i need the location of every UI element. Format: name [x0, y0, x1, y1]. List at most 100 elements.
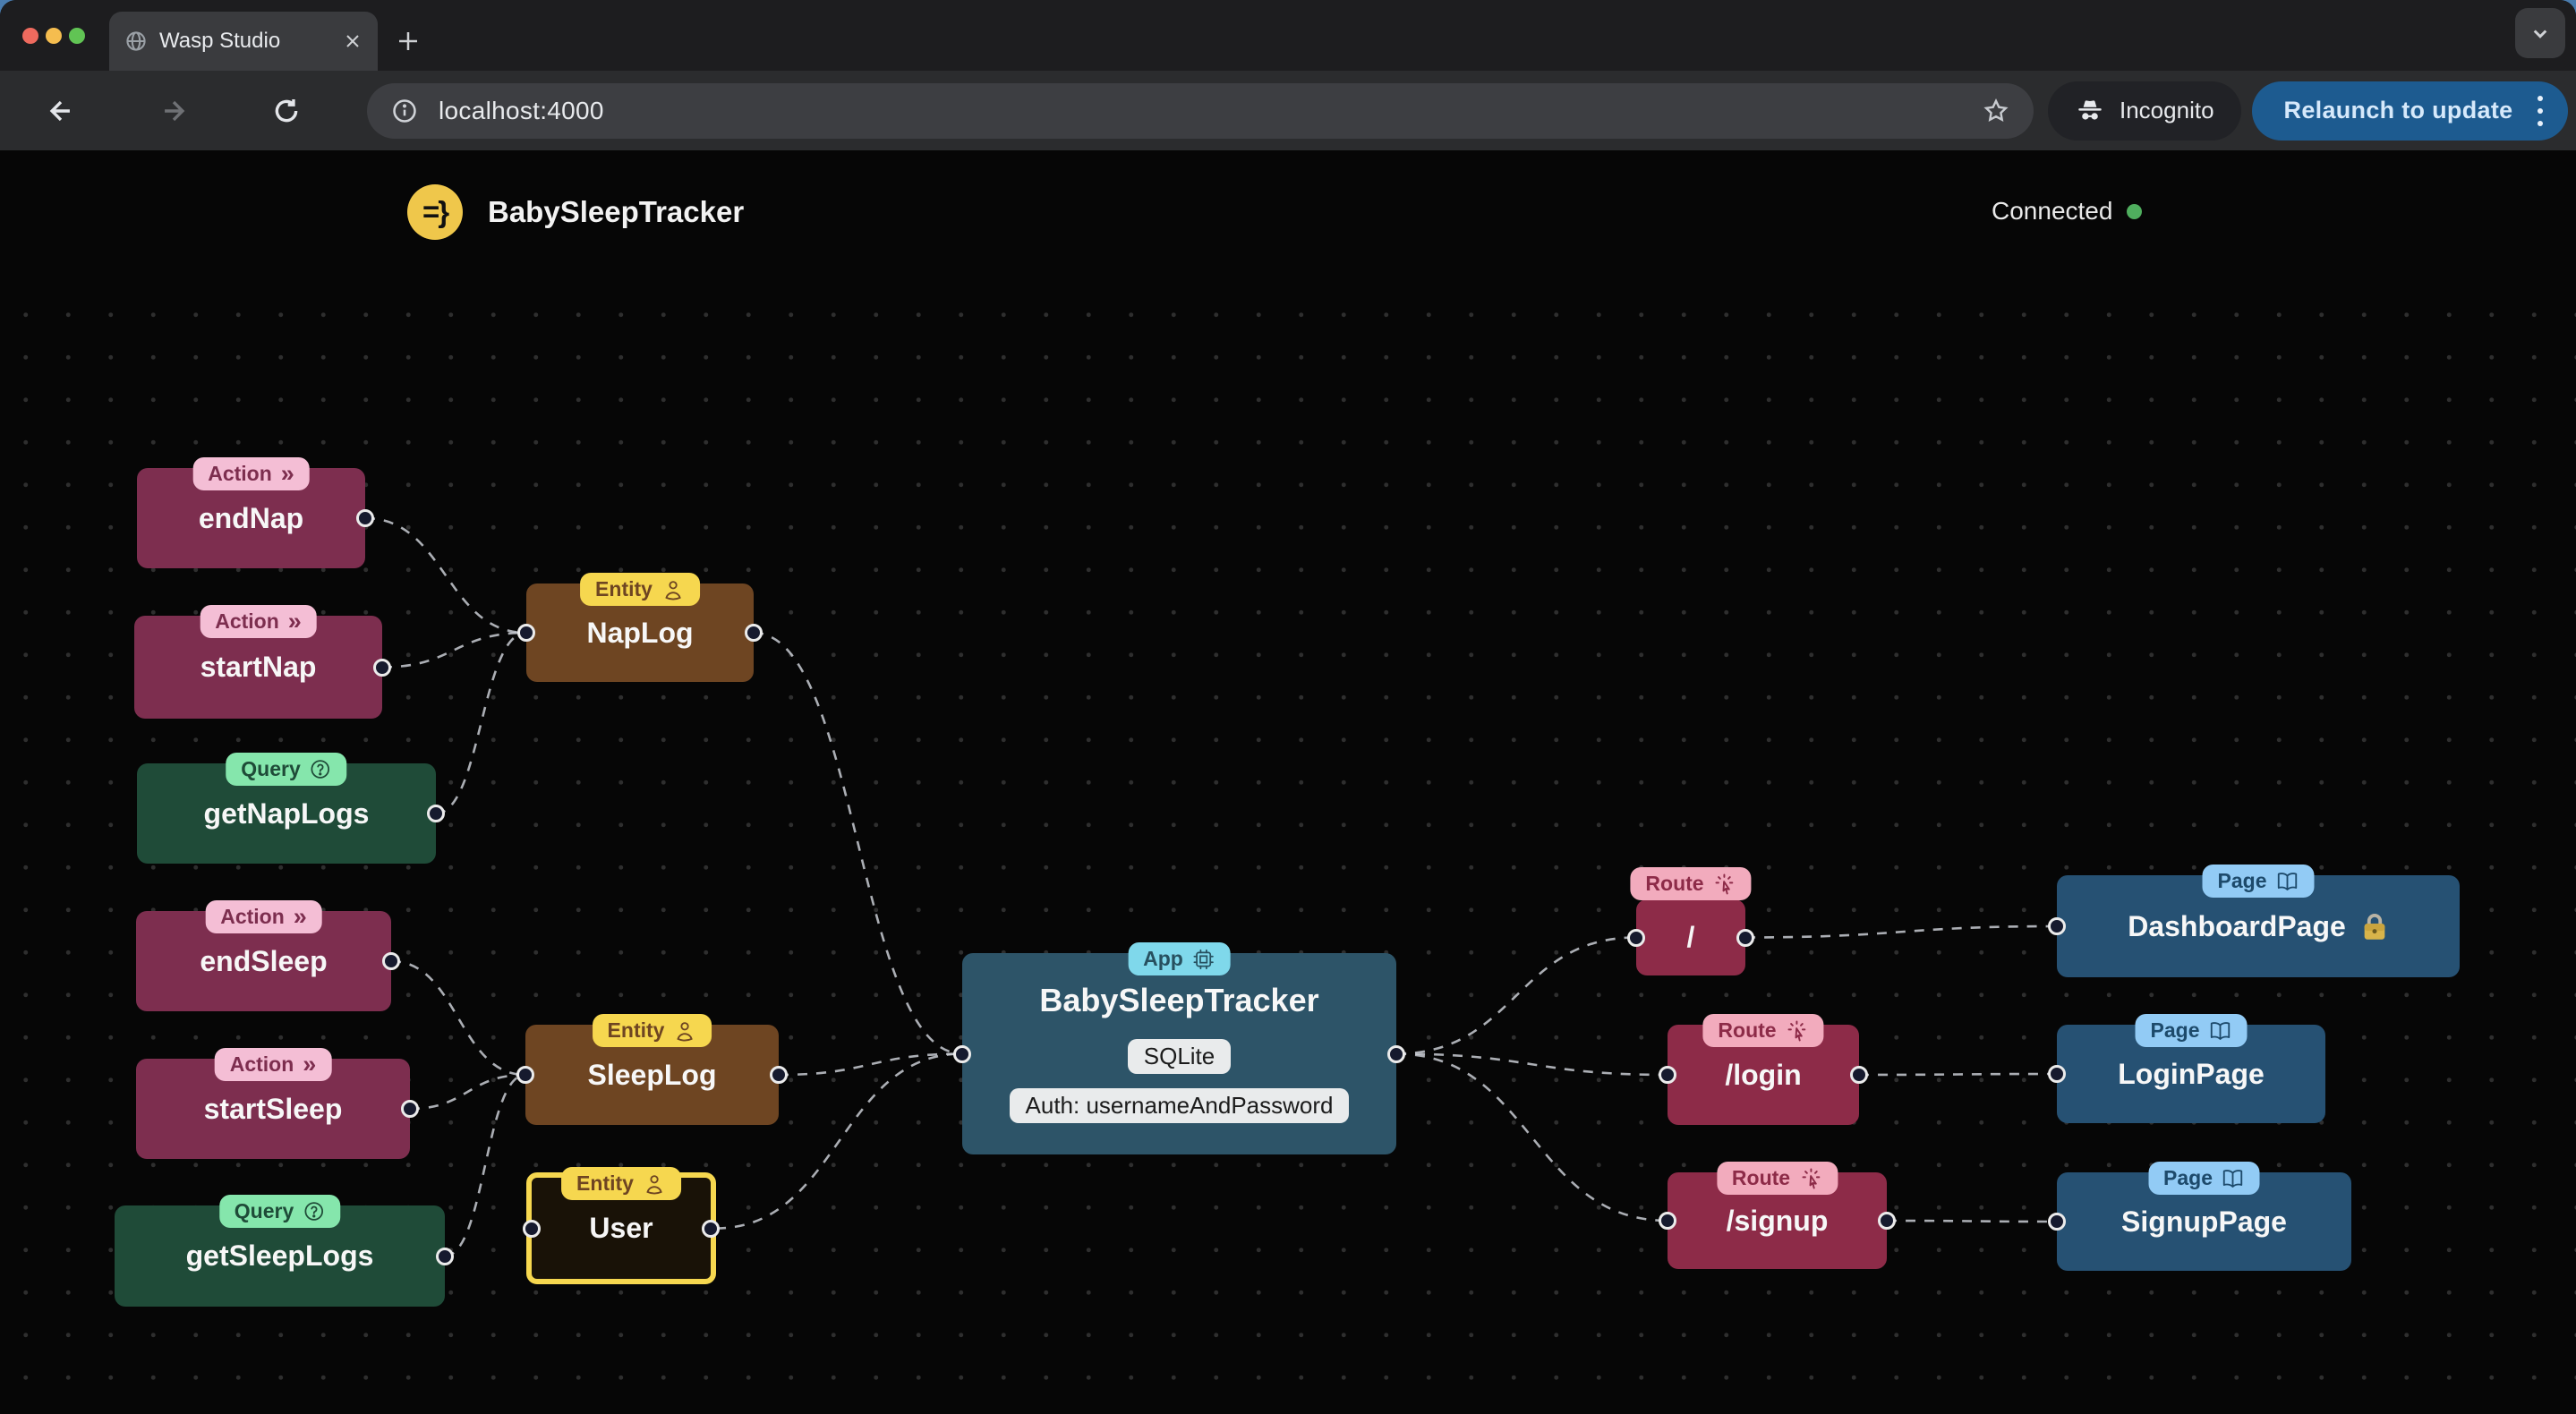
cursor-click-icon	[1713, 873, 1736, 896]
book-open-icon	[2222, 1167, 2245, 1190]
right-handle-getNapLogs[interactable]	[427, 805, 445, 822]
node-label: /	[1686, 921, 1695, 953]
browser-menu-icon[interactable]	[2532, 90, 2548, 132]
entity-badge: Entity	[561, 1167, 681, 1200]
right-handle-route-signup[interactable]	[1878, 1212, 1896, 1230]
relaunch-label: Relaunch to update	[2283, 97, 2513, 124]
badge-label: App	[1143, 947, 1183, 970]
wasp-logo: =}	[407, 184, 463, 240]
node-label: getSleepLogs	[185, 1239, 374, 1272]
right-handle-endNap[interactable]	[356, 509, 374, 527]
badge-label: Action	[229, 1052, 294, 1076]
route-node-route-root[interactable]: Route /	[1627, 867, 1754, 975]
chevrons-right-icon: »	[280, 460, 294, 487]
globe-favicon-icon	[124, 29, 149, 54]
relaunch-to-update-button[interactable]: Relaunch to update	[2251, 81, 2569, 141]
route-badge: Route	[1702, 1014, 1824, 1047]
action-node-endSleep[interactable]: Action » endSleep	[136, 900, 400, 1011]
incognito-label: Incognito	[2120, 97, 2214, 124]
badge-label: Action	[215, 609, 279, 633]
app-badge: App	[1128, 942, 1231, 975]
action-node-startSleep[interactable]: Action » startSleep	[136, 1048, 419, 1159]
left-handle-User[interactable]	[523, 1219, 541, 1238]
connection-status: Connected	[1992, 197, 2143, 226]
chevrons-right-icon: »	[293, 903, 307, 930]
url-text: localhost:4000	[439, 96, 604, 124]
right-handle-App[interactable]	[1387, 1044, 1405, 1063]
left-handle-App[interactable]	[953, 1044, 971, 1063]
page-node-LoginPage[interactable]: Page LoginPage	[2048, 1014, 2325, 1123]
wasp-studio-canvas[interactable]: =} BabySleepTracker Connected Action » end…	[0, 150, 2576, 1414]
action-badge: Action »	[214, 1048, 332, 1081]
entity-node-SleepLog[interactable]: Entity SleepLog	[516, 1014, 788, 1125]
window-close-button[interactable]	[22, 28, 38, 44]
left-handle-route-root[interactable]	[1627, 928, 1645, 947]
route-node-route-login[interactable]: Route/login	[1659, 1014, 1868, 1125]
right-handle-getSleepLogs[interactable]	[436, 1247, 454, 1265]
left-handle-DashboardPage[interactable]	[2048, 917, 2066, 935]
node-label: endSleep	[200, 944, 328, 977]
route-node-route-signup[interactable]: Route/signup	[1659, 1162, 1896, 1269]
site-info-icon[interactable]	[390, 97, 419, 125]
person-icon	[661, 578, 685, 601]
chevrons-right-icon: »	[303, 1051, 317, 1078]
address-bar[interactable]: localhost:4000	[367, 82, 2034, 139]
browser-tab[interactable]: Wasp Studio	[109, 12, 378, 71]
entity-node-User[interactable]: Entity User	[523, 1167, 720, 1284]
tab-close-icon[interactable]	[342, 30, 363, 52]
chevrons-right-icon: »	[287, 608, 302, 635]
left-handle-NapLog[interactable]	[517, 624, 535, 642]
action-badge: Action »	[192, 457, 310, 490]
left-handle-route-signup[interactable]	[1659, 1212, 1676, 1230]
node-label: endNap	[198, 501, 304, 534]
right-handle-startSleep[interactable]	[401, 1100, 419, 1118]
node-label: /login	[1725, 1058, 1802, 1091]
route-badge: Route	[1716, 1162, 1838, 1195]
node-label: /signup	[1726, 1204, 1829, 1237]
back-button[interactable]	[36, 86, 86, 136]
tab-title: Wasp Studio	[159, 29, 281, 53]
question-circle-icon	[303, 1200, 325, 1222]
right-handle-startNap[interactable]	[373, 658, 391, 677]
right-handle-NapLog[interactable]	[745, 624, 763, 642]
window-minimize-button[interactable]	[46, 28, 62, 44]
left-handle-route-login[interactable]	[1659, 1066, 1676, 1084]
right-handle-User[interactable]	[702, 1219, 720, 1238]
page-node-DashboardPage[interactable]: Page DashboardPage	[2048, 865, 2460, 977]
query-node-getSleepLogs[interactable]: Query getSleepLogs	[115, 1195, 454, 1307]
left-handle-SignupPage[interactable]	[2048, 1213, 2066, 1231]
right-handle-SleepLog[interactable]	[770, 1066, 788, 1084]
action-badge: Action »	[205, 900, 322, 933]
badge-label: Entity	[595, 577, 653, 601]
reload-button[interactable]	[261, 86, 311, 136]
badge-label: Page	[2163, 1166, 2213, 1189]
right-handle-route-root[interactable]	[1736, 928, 1754, 947]
left-handle-SleepLog[interactable]	[516, 1066, 534, 1084]
app-node-App[interactable]: App BabySleepTracker SQLite Auth: usernameA…	[953, 942, 1405, 1154]
action-badge: Action »	[200, 605, 317, 638]
bookmark-star-icon[interactable]	[1982, 97, 2010, 125]
badge-label: Route	[1731, 1166, 1791, 1189]
node-label: LoginPage	[2118, 1057, 2265, 1090]
right-handle-route-login[interactable]	[1850, 1066, 1868, 1084]
badge-label: Route	[1645, 872, 1704, 895]
forward-button[interactable]	[149, 86, 199, 136]
entity-node-NapLog[interactable]: Entity NapLog	[517, 573, 763, 682]
query-badge: Query	[226, 753, 347, 786]
tab-search-button[interactable]	[2515, 8, 2565, 58]
chip-icon	[1192, 948, 1215, 971]
studio-header: =} BabySleepTracker	[407, 184, 744, 240]
node-label: NapLog	[586, 616, 694, 649]
node-label: getNapLogs	[203, 796, 370, 830]
action-node-endNap[interactable]: Action » endNap	[137, 457, 374, 568]
action-node-startNap[interactable]: Action » startNap	[134, 605, 391, 719]
right-handle-endSleep[interactable]	[382, 952, 400, 970]
person-icon	[643, 1172, 666, 1196]
left-handle-LoginPage[interactable]	[2048, 1065, 2066, 1083]
query-node-getNapLogs[interactable]: Query getNapLogs	[137, 753, 445, 864]
page-node-SignupPage[interactable]: Page SignupPage	[2048, 1162, 2351, 1271]
book-open-icon	[2275, 870, 2299, 893]
new-tab-button[interactable]	[387, 20, 430, 63]
incognito-icon	[2075, 96, 2105, 126]
window-zoom-button[interactable]	[69, 28, 85, 44]
